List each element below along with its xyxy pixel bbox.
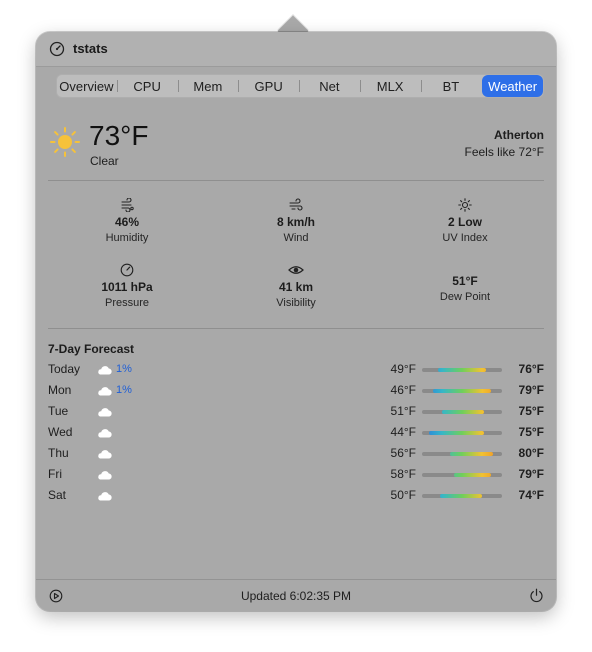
visibility-label: Visibility	[276, 297, 316, 309]
forecast-row: Today 1% 49°F 76°F	[48, 359, 544, 380]
pressure-value: 1011 hPa	[101, 280, 153, 294]
humidity-value: 46%	[114, 215, 140, 229]
cloud-icon	[98, 429, 112, 438]
forecast-row: Mon 1% 46°F 79°F	[48, 380, 544, 401]
speedometer-icon	[49, 41, 65, 57]
forecast-low: 49°F	[390, 362, 416, 376]
visibility-value: 41 km	[278, 280, 314, 294]
current-condition: Clear	[90, 154, 119, 168]
tab-weather[interactable]: Weather	[482, 75, 543, 97]
power-icon[interactable]	[529, 588, 544, 603]
forecast-row: Thu 56°F 80°F	[48, 443, 544, 464]
forecast-low: 46°F	[390, 383, 416, 397]
metric-dew-point: 51°F Dew Point	[380, 271, 550, 303]
forecast-title: 7-Day Forecast	[48, 342, 135, 356]
forecast-day: Thu	[48, 446, 69, 460]
wind-label: Wind	[283, 232, 309, 244]
metric-wind: 8 km/h Wind	[211, 198, 381, 244]
forecast-high: 79°F	[518, 383, 544, 397]
wind-value: 8 km/h	[276, 215, 315, 229]
tab-bar: Overview CPU Mem GPU Net MLX BT Weather	[56, 74, 544, 98]
forecast-low: 58°F	[390, 467, 416, 481]
tab-net[interactable]: Net	[299, 74, 360, 98]
forecast-low: 44°F	[390, 425, 416, 439]
forecast-low: 50°F	[390, 488, 416, 502]
title-bar: tstats	[36, 32, 556, 67]
cloud-icon	[98, 492, 112, 501]
app-title: tstats	[73, 41, 108, 56]
temperature-range-fill	[438, 368, 486, 372]
divider	[48, 180, 544, 181]
forecast-low: 56°F	[390, 446, 416, 460]
tab-overview[interactable]: Overview	[56, 74, 117, 98]
metric-visibility: 41 km Visibility	[211, 263, 381, 309]
cloud-icon	[98, 366, 112, 375]
temperature-range-bar	[422, 431, 502, 435]
temperature-range-bar	[422, 452, 502, 456]
forecast-day: Fri	[48, 467, 62, 481]
forecast-high: 80°F	[518, 446, 544, 460]
temperature-range-bar	[422, 473, 502, 477]
gauge-icon	[120, 263, 134, 277]
weather-popover: tstats Overview CPU Mem GPU Net MLX BT W…	[36, 32, 556, 611]
pressure-label: Pressure	[104, 297, 150, 309]
forecast-day: Mon	[48, 383, 72, 397]
forecast-low: 51°F	[390, 404, 416, 418]
sun-icon	[50, 127, 80, 157]
forecast-day: Wed	[48, 425, 73, 439]
cloud-icon	[98, 471, 112, 480]
updated-timestamp: Updated 6:02:35 PM	[240, 589, 352, 603]
metric-pressure: 1011 hPa Pressure	[42, 263, 212, 309]
temperature-range-fill	[432, 389, 492, 393]
footer: Updated 6:02:35 PM	[36, 579, 556, 612]
metric-humidity: 46% Humidity	[42, 198, 212, 244]
cloud-icon	[98, 408, 112, 417]
forecast-precip: 1%	[116, 363, 132, 375]
current-conditions: 73°F Clear Atherton Feels like 72°F	[36, 116, 556, 176]
temperature-range-bar	[422, 410, 502, 414]
wind-icon	[289, 198, 303, 211]
eye-icon	[288, 266, 304, 274]
humidity-label: Humidity	[105, 232, 149, 244]
forecast-day: Sat	[48, 488, 67, 502]
humidity-icon	[121, 198, 134, 212]
tab-mem[interactable]: Mem	[177, 74, 239, 98]
forecast-day: Today	[48, 362, 81, 376]
forecast-high: 75°F	[518, 425, 544, 439]
temperature-range-fill	[429, 431, 485, 435]
location-name: Atherton	[494, 128, 544, 142]
forecast-day: Tue	[48, 404, 69, 418]
temperature-range-bar	[422, 494, 502, 498]
forecast-high: 79°F	[518, 467, 544, 481]
temperature-range-bar	[422, 389, 502, 393]
dew-point-label: Dew Point	[439, 291, 491, 303]
divider	[48, 328, 544, 329]
uv-index-value: 2 Low	[447, 215, 482, 229]
forecast-precip: 1%	[116, 384, 132, 396]
tab-bt[interactable]: BT	[420, 74, 482, 98]
dew-point-value: 51°F	[452, 274, 478, 288]
cloud-icon	[98, 450, 112, 459]
forecast-row: Wed 44°F 75°F	[48, 422, 544, 443]
forecast-high: 75°F	[518, 404, 544, 418]
tab-cpu[interactable]: CPU	[116, 74, 178, 98]
forecast-row: Fri 58°F 79°F	[48, 464, 544, 485]
forecast-row: Tue 51°F 75°F	[48, 401, 544, 422]
cloud-icon	[98, 387, 112, 396]
temperature-range-fill	[439, 494, 483, 498]
tab-gpu[interactable]: GPU	[238, 74, 299, 98]
uv-index-label: UV Index	[442, 232, 488, 244]
forecast-high: 74°F	[518, 488, 544, 502]
temperature-range-bar	[422, 368, 502, 372]
forecast-row: Sat 50°F 74°F	[48, 485, 544, 506]
temperature-range-fill	[450, 452, 494, 456]
uv-sun-icon	[458, 198, 472, 212]
temperature-range-fill	[441, 410, 485, 414]
forecast-high: 76°F	[518, 362, 544, 376]
tab-mlx[interactable]: MLX	[359, 74, 421, 98]
feels-like: Feels like 72°F	[464, 145, 545, 159]
temperature-range-fill	[454, 473, 492, 477]
current-temperature: 73°F	[89, 120, 149, 151]
metric-uv-index: 2 Low UV Index	[380, 198, 550, 244]
